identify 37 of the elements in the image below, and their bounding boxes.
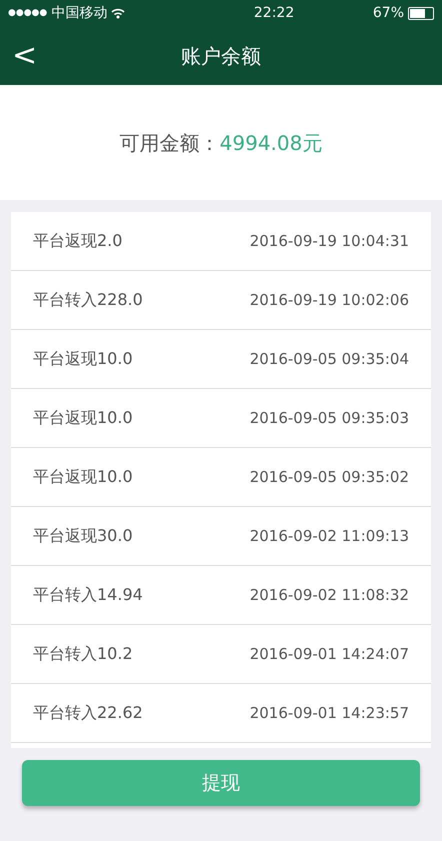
clock-time: 22:22 xyxy=(254,4,294,23)
record-row[interactable]: 平台转入22.62 2016-09-01 14:23:57 xyxy=(11,684,431,743)
record-title: 平台返现2.0 xyxy=(33,230,122,252)
record-title: 平台转入228.0 xyxy=(33,289,143,311)
record-title: 平台返现30.0 xyxy=(33,525,133,547)
record-time: 2016-09-01 14:23:57 xyxy=(250,702,409,724)
record-time: 2016-09-02 11:09:13 xyxy=(250,526,409,547)
signal-dots: ●●●●● xyxy=(8,6,48,20)
record-time: 2016-09-02 11:08:32 xyxy=(250,584,409,606)
record-time: 2016-09-05 09:35:03 xyxy=(250,408,409,429)
record-title: 平台返现10.0 xyxy=(33,466,133,488)
record-row[interactable]: 平台返现10.0 2016-09-05 09:35:02 xyxy=(11,448,431,507)
record-time: 2016-09-19 10:02:06 xyxy=(250,290,409,311)
record-time: 2016-09-05 09:35:02 xyxy=(250,466,409,488)
record-title: 平台转入10.2 xyxy=(33,643,133,665)
record-title: 平台返现10.0 xyxy=(33,407,133,429)
record-title: 平台返现10.0 xyxy=(33,348,133,370)
record-row[interactable]: 平台转入10.2 2016-09-01 14:24:07 xyxy=(11,625,431,684)
record-row[interactable]: 平台返现10.0 2016-09-05 09:35:04 xyxy=(11,330,431,389)
record-time: 2016-09-05 09:35:04 xyxy=(250,348,409,370)
carrier-name: 中国移动 xyxy=(51,4,108,23)
record-row[interactable]: 平台返现10.0 2016-09-05 09:35:03 xyxy=(11,389,431,448)
record-row[interactable]: 平台返现30.0 2016-09-02 11:09:13 xyxy=(11,507,431,566)
page-title: 账户余额 xyxy=(181,43,261,70)
wifi-icon xyxy=(111,8,126,19)
record-time: 2016-09-01 14:24:07 xyxy=(250,644,409,665)
record-title: 平台转入22.62 xyxy=(33,702,143,724)
back-button[interactable]: < xyxy=(6,39,44,73)
battery-icon xyxy=(408,7,434,20)
balance-amount: 4994.08元 xyxy=(220,130,322,156)
record-title: 平台转入14.94 xyxy=(33,584,143,606)
balance-label: 可用金额： xyxy=(120,130,220,156)
record-row[interactable]: 平台转入228.0 2016-09-19 10:02:06 xyxy=(11,271,431,330)
battery-percent: 67% xyxy=(372,4,404,23)
record-row[interactable]: 平台返现2.0 2016-09-19 10:04:31 xyxy=(11,212,431,271)
record-time: 2016-09-19 10:04:31 xyxy=(250,230,409,252)
record-row[interactable]: 平台转入14.94 2016-09-02 11:08:32 xyxy=(11,566,431,625)
